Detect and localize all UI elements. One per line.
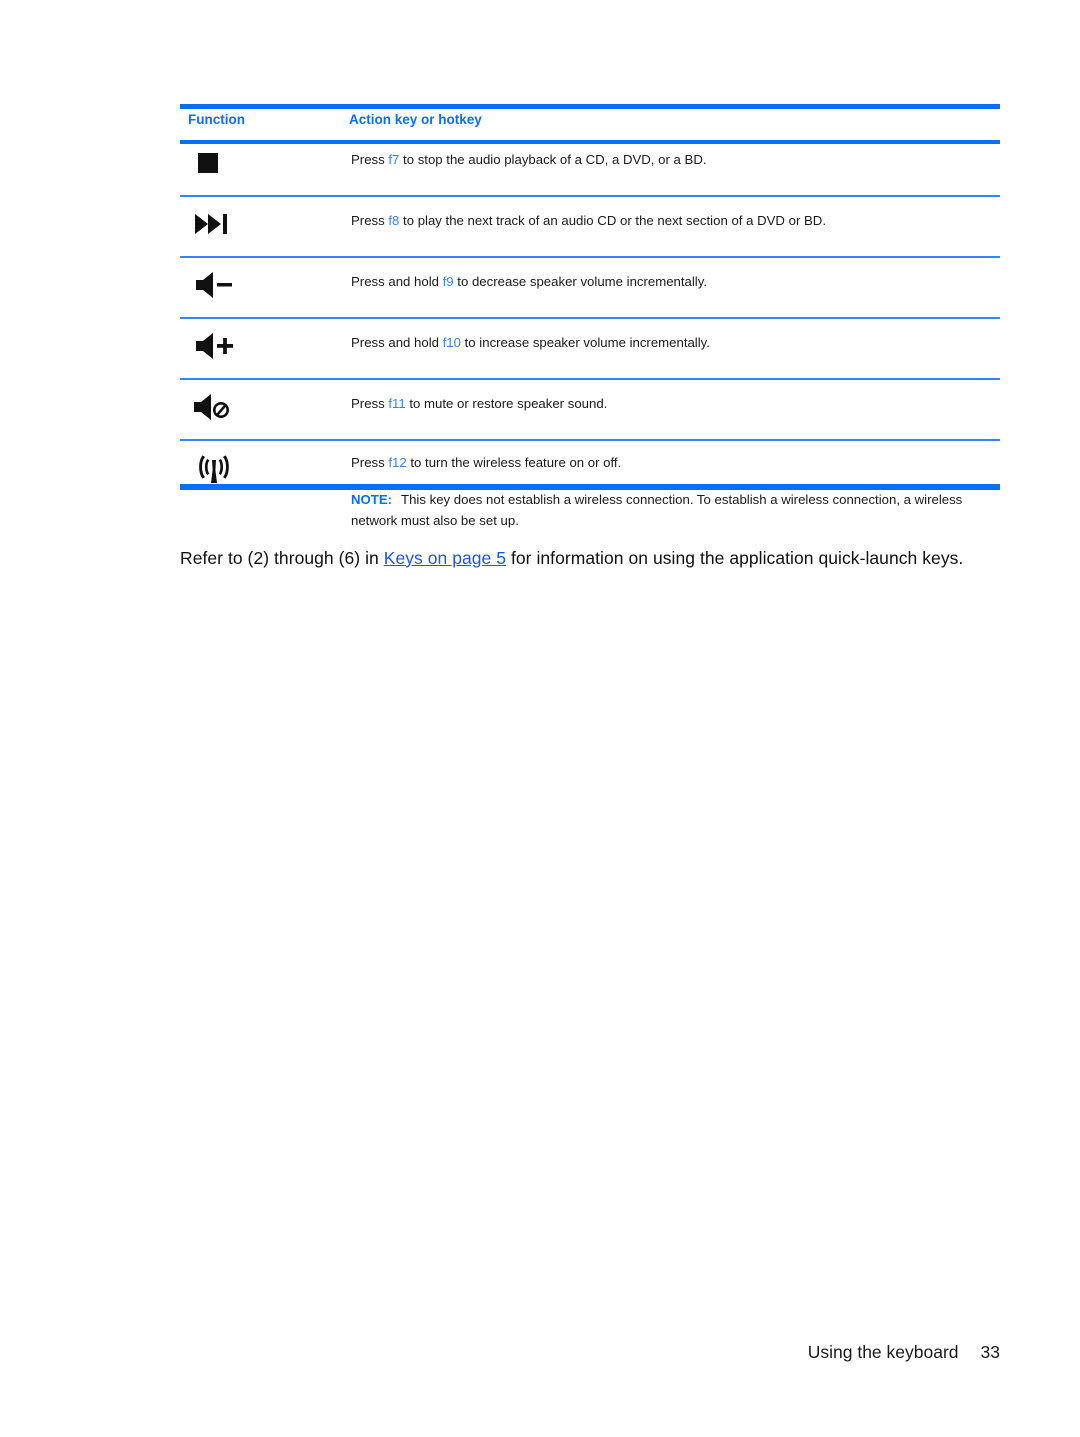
desc-prefix: Press and hold: [351, 335, 443, 350]
volume-down-icon: [190, 268, 248, 302]
mute-icon: [190, 390, 248, 424]
function-icon-cell: [180, 257, 345, 319]
action-description-cell: Press and hold f10 to increase speaker v…: [345, 318, 1000, 380]
note-block: NOTE: This key does not establish a wirel…: [351, 490, 990, 531]
table-row: Press f11 to mute or restore speaker sou…: [180, 379, 1000, 441]
fkey-label: f8: [388, 213, 400, 228]
note-text: This key does not establish a wireless c…: [351, 492, 963, 528]
action-description-cell: Press f12 to turn the wireless feature o…: [345, 440, 1000, 543]
column-header-function: Function: [188, 112, 245, 127]
table-row: Press f12 to turn the wireless feature o…: [180, 440, 1000, 543]
table-row: Press and hold f10 to increase speaker v…: [180, 318, 1000, 380]
note-label: NOTE:: [351, 492, 393, 508]
function-icon-cell: [180, 379, 345, 441]
table-row: Press f8 to play the next track of an au…: [180, 196, 1000, 258]
table-header: Function Action key or hotkey: [180, 104, 1000, 136]
fkey-label: f9: [442, 274, 454, 289]
function-icon-cell: [180, 196, 345, 258]
desc-suffix: to stop the audio playback of a CD, a DV…: [399, 152, 707, 167]
volume-up-icon: [190, 329, 248, 363]
desc-suffix: to increase speaker volume incrementally…: [460, 335, 710, 350]
refer-paragraph: Refer to (2) through (6) in Keys on page…: [180, 547, 1010, 571]
desc-prefix: Press: [351, 152, 389, 167]
fkey-label: f11: [388, 396, 406, 411]
desc-suffix: to play the next track of an audio CD or…: [399, 213, 826, 228]
action-description-cell: Press and hold f9 to decrease speaker vo…: [345, 257, 1000, 319]
action-description-cell: Press f11 to mute or restore speaker sou…: [345, 379, 1000, 441]
desc-suffix: to turn the wireless feature on or off.: [406, 455, 622, 470]
desc-suffix: to mute or restore speaker sound.: [405, 396, 608, 411]
page-footer: Using the keyboard 33: [808, 1342, 1000, 1363]
stop-icon: [190, 146, 248, 180]
table-header-row: Function Action key or hotkey: [180, 104, 1000, 136]
function-icon-cell: [180, 318, 345, 380]
keys-on-page-link[interactable]: Keys on page 5: [384, 548, 506, 568]
action-description-cell: Press f7 to stop the audio playback of a…: [345, 136, 1000, 197]
column-header-action: Action key or hotkey: [349, 112, 482, 127]
action-description-cell: Press f8 to play the next track of an au…: [345, 196, 1000, 258]
table-body: Press f7 to stop the audio playback of a…: [180, 136, 1000, 543]
desc-prefix: Press: [351, 396, 389, 411]
desc-prefix: Press: [351, 455, 389, 470]
footer-page-number: 33: [980, 1342, 1000, 1362]
hotkey-table: Function Action key or hotkey Press f7 t…: [180, 104, 1000, 543]
fkey-label: f10: [442, 335, 461, 350]
wireless-icon: [190, 451, 248, 485]
function-icon-cell: [180, 136, 345, 197]
desc-prefix: Press: [351, 213, 389, 228]
footer-section-title: Using the keyboard: [807, 1342, 959, 1362]
refer-text-after: for information on using the application…: [506, 547, 964, 568]
fkey-label: f7: [388, 152, 400, 167]
action-description-line: Press f12 to turn the wireless feature o…: [351, 453, 990, 473]
fkey-label: f12: [388, 455, 407, 470]
function-icon-cell: [180, 440, 345, 543]
next-track-icon: [190, 207, 248, 241]
desc-prefix: Press and hold: [351, 274, 443, 289]
table-row: Press f7 to stop the audio playback of a…: [180, 136, 1000, 197]
table-row: Press and hold f9 to decrease speaker vo…: [180, 257, 1000, 319]
refer-text-before: Refer to (2) through (6) in: [180, 547, 384, 568]
document-page: Function Action key or hotkey Press f7 t…: [0, 0, 1080, 1437]
desc-suffix: to decrease speaker volume incrementally…: [453, 274, 708, 289]
